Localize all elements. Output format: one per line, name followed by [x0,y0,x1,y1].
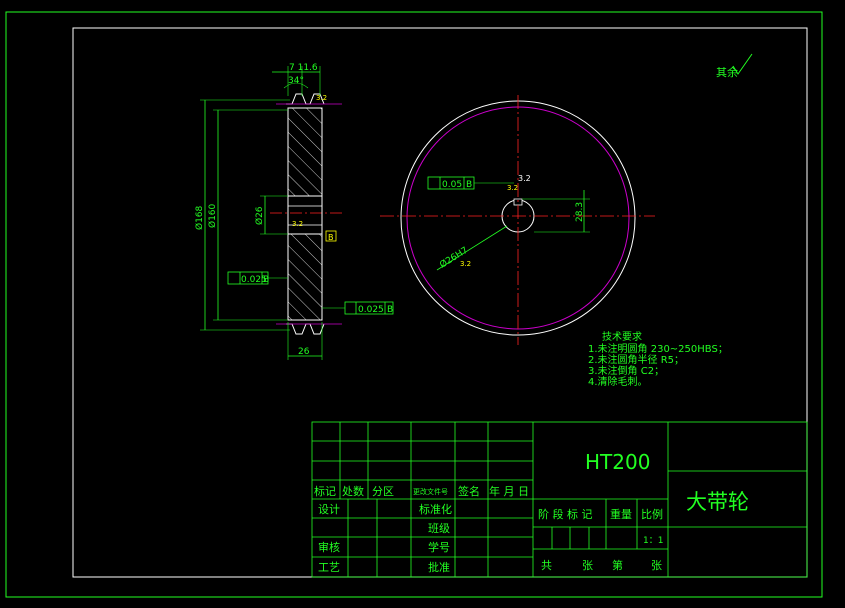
svg-text:B: B [328,233,334,242]
svg-text:3.2: 3.2 [460,260,471,268]
svg-text:比例: 比例 [641,507,663,521]
lower-rim [287,233,323,321]
svg-text:标记: 标记 [314,484,336,498]
svg-text:4.清除毛刺。: 4.清除毛刺。 [588,375,648,388]
svg-text:0.05: 0.05 [442,180,462,190]
svg-text:B: B [387,305,393,315]
svg-text:28.3: 28.3 [575,202,585,222]
upper-rim [287,107,323,197]
front-view: 0.05 B 3.2 28.3 3.2 Ø26H7 3.2 [380,95,655,345]
svg-text:审核: 审核 [318,540,340,554]
svg-text:7 11.6: 7 11.6 [289,63,318,73]
svg-text:处数: 处数 [342,485,364,498]
svg-text:3.2: 3.2 [316,94,327,102]
svg-text:分区: 分区 [372,485,394,498]
svg-text:批准: 批准 [428,560,450,574]
svg-text:1：1: 1：1 [643,536,663,546]
svg-text:B: B [263,275,269,285]
svg-text:Ø160: Ø160 [207,203,218,228]
svg-text:共: 共 [541,559,552,572]
surface-roughness-check-icon [732,53,753,75]
bottom-grooves [286,323,325,335]
svg-text:重量: 重量 [610,507,632,521]
svg-text:学号: 学号 [428,540,450,554]
svg-text:工艺: 工艺 [318,561,340,574]
svg-text:B: B [466,180,472,190]
title-block-text: HT200 大带轮 标记 处数 分区 更改文件号 签名 年 月 日 设计 标准化… [314,450,749,574]
bore-region [287,195,323,235]
surface-finish-note: 其余 [716,53,753,79]
svg-text:年 月 日: 年 月 日 [489,484,529,498]
svg-text:班级: 班级 [428,522,450,535]
svg-text:技术要求: 技术要求 [602,330,642,343]
material: HT200 [585,450,650,474]
svg-text:3.2: 3.2 [507,184,518,192]
svg-text:阶 段 标 记: 阶 段 标 记 [538,507,593,521]
svg-text:标准化: 标准化 [419,502,452,516]
svg-text:Ø26: Ø26 [254,206,265,225]
svg-text:其余: 其余 [716,65,738,79]
engineering-drawing: 其余 7 11.6 34° Ø168 Ø160 Ø26 26 0.025 B 0… [5,11,823,598]
svg-text:更改文件号: 更改文件号 [413,487,448,496]
svg-text:3.未注倒角 C2；: 3.未注倒角 C2； [588,364,664,377]
svg-text:1.未注明圆角 230~250HBS；: 1.未注明圆角 230~250HBS； [588,342,728,355]
svg-text:0.025: 0.025 [358,305,384,315]
part-name: 大带轮 [686,490,749,514]
svg-text:34°: 34° [288,76,304,86]
svg-text:3.2: 3.2 [518,174,531,183]
svg-text:签名: 签名 [458,484,480,498]
svg-text:第: 第 [612,558,623,572]
svg-text:张: 张 [582,559,593,572]
tech-requirements: 技术要求 1.未注明圆角 230~250HBS； 2.未注圆角半径 R5； 3.… [588,330,728,388]
svg-text:张: 张 [651,559,662,572]
svg-text:26: 26 [298,347,310,357]
svg-text:设计: 设计 [318,503,340,516]
section-view: 7 11.6 34° Ø168 Ø160 Ø26 26 0.025 B 0.02… [194,63,394,360]
svg-text:Ø168: Ø168 [194,205,205,230]
svg-text:2.未注圆角半径 R5；: 2.未注圆角半径 R5； [588,353,684,366]
svg-text:3.2: 3.2 [292,220,303,228]
